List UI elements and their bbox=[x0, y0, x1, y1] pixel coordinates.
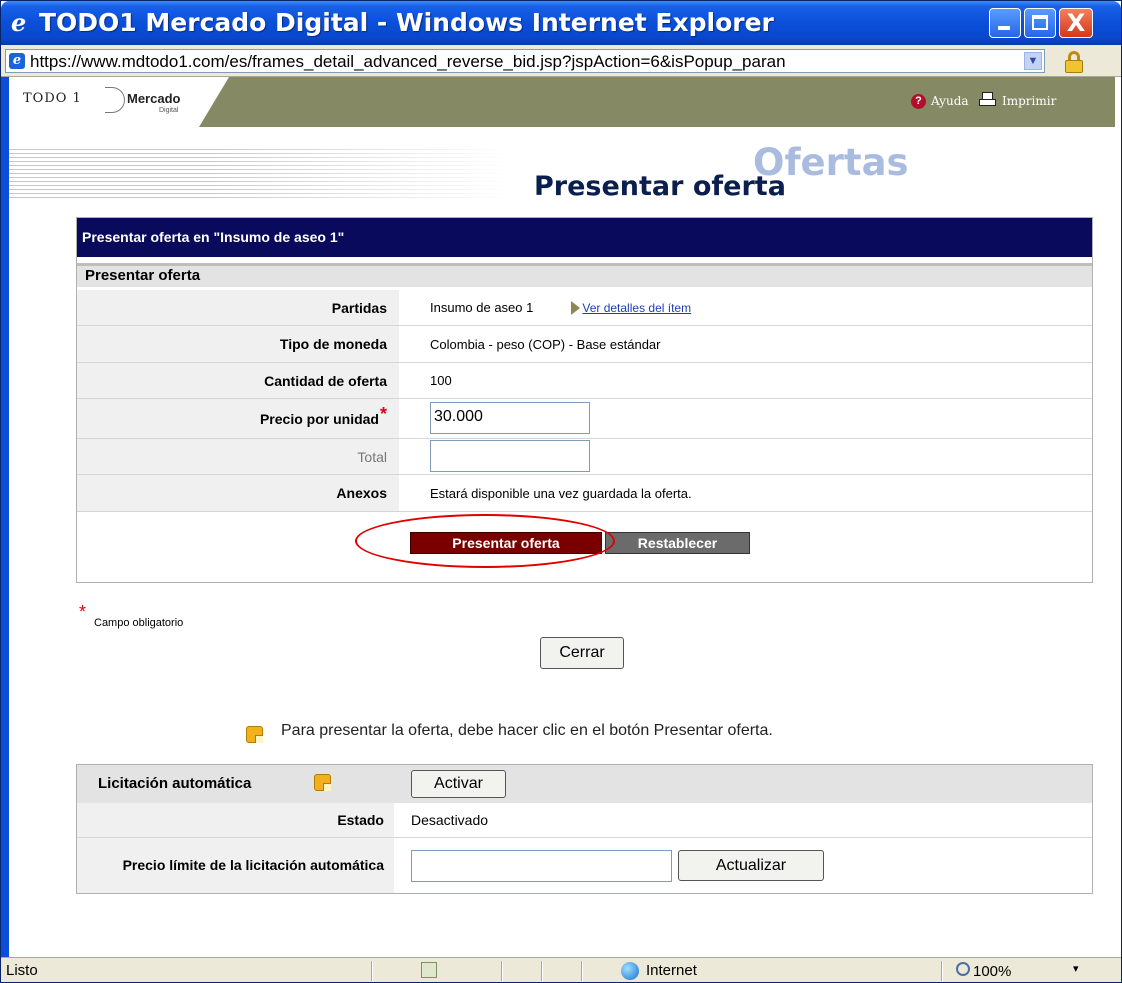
window-title: TODO1 Mercado Digital - Windows Internet… bbox=[39, 8, 774, 37]
url-text: https://www.mdtodo1.com/es/frames_detail… bbox=[30, 52, 786, 71]
unit-price-label: Precio por unidad bbox=[259, 410, 379, 427]
status-value: Desactivado bbox=[411, 812, 489, 828]
row-label: Precio por unidad * bbox=[77, 399, 399, 438]
zoom-icon[interactable] bbox=[956, 962, 970, 976]
note-icon[interactable] bbox=[314, 774, 331, 791]
close-window-button[interactable]: X bbox=[1059, 8, 1093, 38]
logo-separator bbox=[105, 87, 125, 113]
address-bar: e https://www.mdtodo1.com/es/frames_deta… bbox=[1, 45, 1121, 77]
globe-icon bbox=[621, 962, 639, 980]
row-value: Colombia - peso (COP) - Base estándar bbox=[430, 336, 661, 352]
auto-bid-title: Licitación automática bbox=[98, 775, 252, 792]
row-partidas: Partidas Insumo de aseo 1 Ver detalles d… bbox=[77, 290, 1092, 326]
auto-bid-header: Licitación automática Activar bbox=[77, 765, 1092, 803]
row-currency: Tipo de moneda Colombia - peso (COP) - B… bbox=[77, 326, 1092, 363]
page-icon: e bbox=[9, 53, 25, 69]
item-name: Insumo de aseo 1 bbox=[430, 300, 534, 315]
help-icon[interactable]: ? bbox=[911, 94, 926, 109]
row-label: Tipo de moneda bbox=[77, 326, 399, 362]
logo-todo1: TODO 1 bbox=[23, 91, 82, 106]
row-quantity: Cantidad de oferta 100 bbox=[77, 363, 1092, 399]
activate-button[interactable]: Activar bbox=[411, 770, 506, 798]
bid-form: Presentar oferta en "Insumo de aseo 1" P… bbox=[76, 217, 1093, 583]
item-details-link[interactable]: Ver detalles del ítem bbox=[582, 301, 691, 315]
note-icon bbox=[246, 726, 263, 743]
row-attachments: Anexos Estará disponible una vez guardad… bbox=[77, 475, 1092, 512]
row-label: Partidas bbox=[77, 290, 399, 325]
minimize-icon bbox=[998, 26, 1010, 30]
maximize-button[interactable] bbox=[1024, 8, 1056, 38]
limit-price-input[interactable] bbox=[411, 850, 672, 882]
decorative-stripes bbox=[9, 149, 509, 199]
reset-button[interactable]: Restablecer bbox=[605, 532, 750, 554]
maximize-icon bbox=[1032, 15, 1048, 30]
row-limit-price: Precio límite de la licitación automátic… bbox=[77, 838, 1092, 893]
auto-bid-panel: Licitación automática Activar Estado Des… bbox=[76, 764, 1093, 894]
status-divider bbox=[501, 961, 503, 981]
chevron-down-icon[interactable]: ▼ bbox=[1024, 52, 1042, 70]
limit-price-label: Precio límite de la licitación automátic… bbox=[77, 838, 394, 893]
required-star: * bbox=[79, 602, 87, 622]
highlight-ellipse bbox=[355, 514, 615, 568]
zoom-dropdown-icon[interactable]: ▾ bbox=[1073, 962, 1079, 975]
minimize-button[interactable] bbox=[989, 8, 1021, 38]
logo-mercado: Mercado bbox=[127, 91, 181, 106]
update-button[interactable]: Actualizar bbox=[678, 850, 824, 881]
close-button[interactable]: Cerrar bbox=[540, 637, 624, 669]
printer-icon[interactable] bbox=[979, 92, 996, 107]
lock-icon[interactable] bbox=[1059, 49, 1089, 75]
status-divider bbox=[371, 961, 373, 981]
security-zone[interactable]: Internet bbox=[646, 962, 697, 979]
unit-price-input[interactable]: 30.000 bbox=[430, 402, 590, 434]
form-header: Presentar oferta en "Insumo de aseo 1" bbox=[77, 218, 1092, 257]
form-section-title: Presentar oferta bbox=[77, 263, 1092, 287]
total-input[interactable] bbox=[430, 440, 590, 472]
row-label: Anexos bbox=[77, 475, 399, 511]
required-note: Campo obligatorio bbox=[94, 617, 184, 629]
window-frame bbox=[1, 77, 9, 957]
row-value: 100 bbox=[430, 373, 452, 388]
ie-logo-icon: e bbox=[11, 8, 27, 37]
status-bar: Listo Internet 100% ▾ bbox=[1, 957, 1121, 982]
row-total: Total bbox=[77, 439, 1092, 475]
title-bar[interactable]: e TODO1 Mercado Digital - Windows Intern… bbox=[1, 1, 1121, 45]
help-link[interactable]: Ayuda bbox=[931, 94, 969, 108]
required-mark: * bbox=[379, 404, 387, 424]
popup-icon[interactable] bbox=[421, 962, 437, 978]
url-field[interactable]: e https://www.mdtodo1.com/es/frames_deta… bbox=[5, 49, 1045, 73]
status-label: Estado bbox=[77, 803, 394, 837]
row-status: Estado Desactivado bbox=[77, 803, 1092, 838]
row-unit-price: Precio por unidad * 30.000 bbox=[77, 399, 1092, 439]
row-value: Insumo de aseo 1 Ver detalles del ítem bbox=[399, 290, 1092, 325]
form-actions: Presentar oferta Restablecer bbox=[77, 512, 1092, 582]
zoom-level[interactable]: 100% bbox=[973, 963, 1011, 980]
status-text: Listo bbox=[6, 962, 38, 979]
row-label: Total bbox=[77, 439, 399, 474]
row-label: Cantidad de oferta bbox=[77, 363, 399, 398]
page-title: Presentar oferta bbox=[534, 171, 786, 202]
browser-window: e TODO1 Mercado Digital - Windows Intern… bbox=[0, 0, 1122, 983]
page-content: TODO 1 Mercado Digital ? Ayuda Imprimir … bbox=[9, 77, 1115, 957]
row-value: Estará disponible una vez guardada la of… bbox=[430, 485, 692, 501]
site-header: TODO 1 Mercado Digital ? Ayuda Imprimir bbox=[9, 77, 1115, 127]
logo-digital: Digital bbox=[159, 107, 179, 114]
status-divider bbox=[541, 961, 543, 981]
triangle-right-icon bbox=[571, 300, 581, 315]
print-link[interactable]: Imprimir bbox=[1002, 94, 1056, 108]
info-message: Para presentar la oferta, debe hacer cli… bbox=[281, 722, 773, 739]
close-icon: X bbox=[1066, 9, 1086, 37]
header-bar bbox=[199, 77, 1115, 127]
status-divider bbox=[941, 961, 943, 981]
status-divider bbox=[581, 961, 583, 981]
